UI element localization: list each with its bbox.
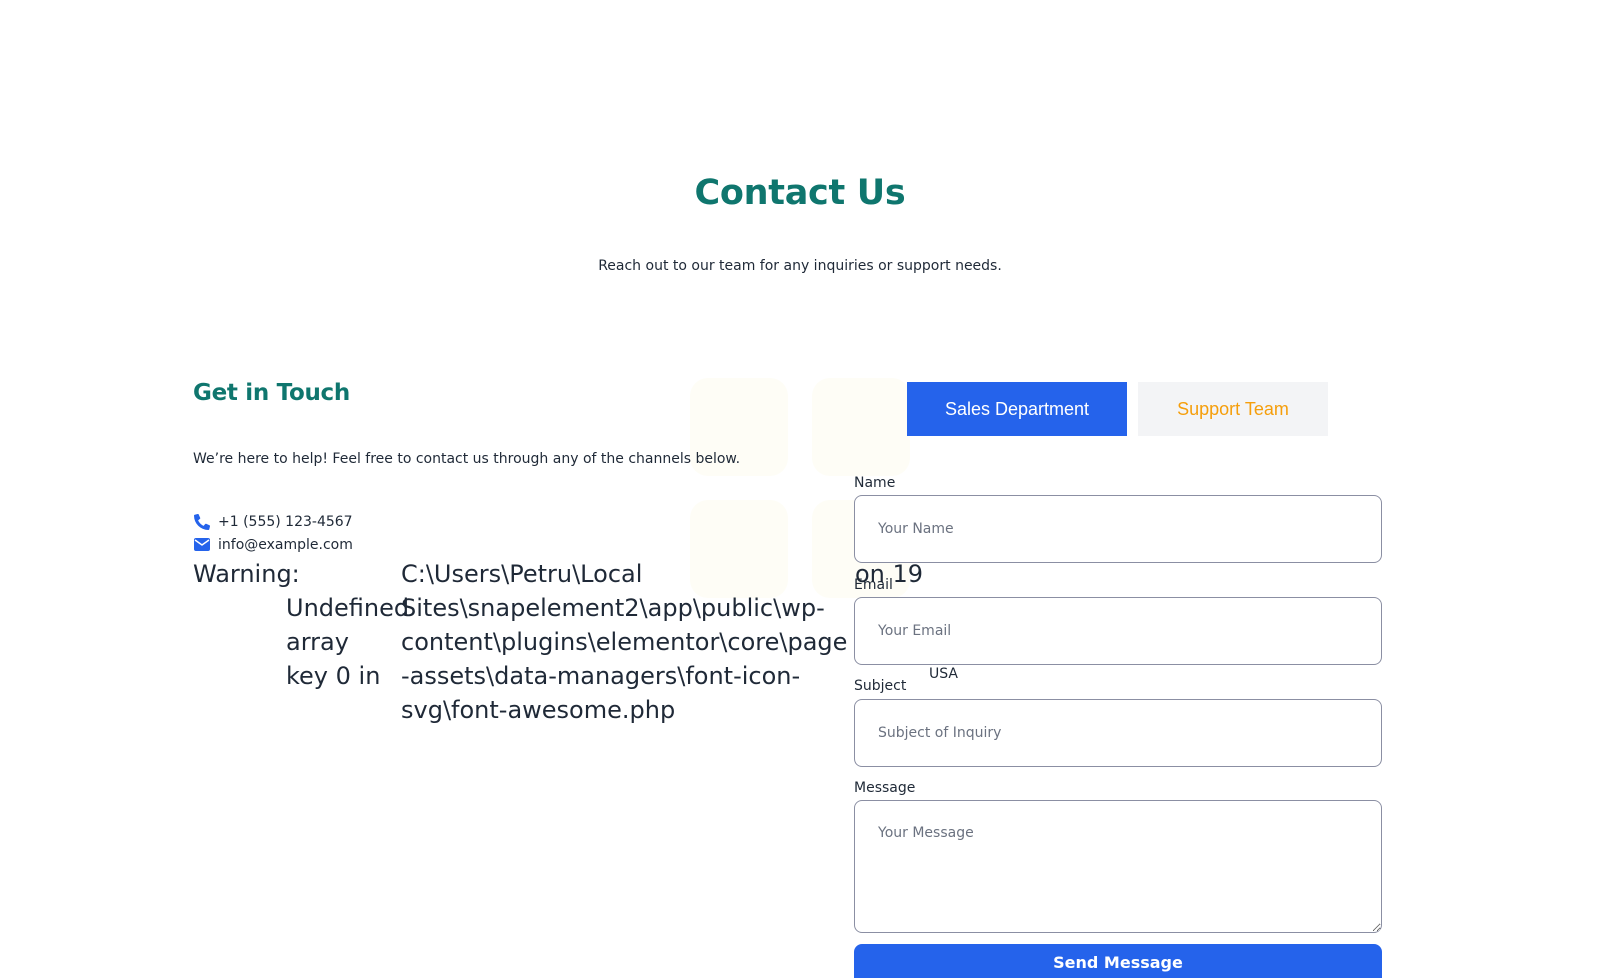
message-field[interactable] xyxy=(854,800,1382,933)
email-field[interactable] xyxy=(854,597,1382,665)
tab-sales-department[interactable]: Sales Department xyxy=(907,382,1127,436)
get-in-touch-heading: Get in Touch xyxy=(193,380,350,406)
phone-icon xyxy=(193,513,210,530)
email-contact[interactable]: info@example.com xyxy=(193,536,353,553)
email-label: Email xyxy=(854,577,893,593)
page-title: Contact Us xyxy=(694,173,906,213)
email-address: info@example.com xyxy=(218,536,353,553)
phone-number: +1 (555) 123-4567 xyxy=(218,513,353,530)
envelope-icon xyxy=(193,536,210,553)
subject-label: Subject xyxy=(854,678,907,694)
subject-field[interactable] xyxy=(854,699,1382,767)
message-label: Message xyxy=(854,780,916,796)
page-subtitle: Reach out to our team for any inquiries … xyxy=(598,258,1002,274)
phone-contact[interactable]: +1 (555) 123-4567 xyxy=(193,513,353,530)
name-label: Name xyxy=(854,475,896,491)
decorative-block xyxy=(812,378,910,476)
tab-support-team[interactable]: Support Team xyxy=(1138,382,1328,436)
warning-path: C:\Users\Petru\Local Sites\snapelement2\… xyxy=(401,560,848,724)
location-text: USA xyxy=(929,666,958,682)
name-field[interactable] xyxy=(854,495,1382,563)
get-in-touch-description: We’re here to help! Feel free to contact… xyxy=(193,451,741,467)
warning-message: Undefined array key 0 in xyxy=(286,594,410,690)
contact-page: Contact Us Reach out to our team for any… xyxy=(0,0,1600,978)
warning-label: Warning: xyxy=(193,560,300,588)
send-message-button[interactable]: Send Message xyxy=(854,944,1382,978)
